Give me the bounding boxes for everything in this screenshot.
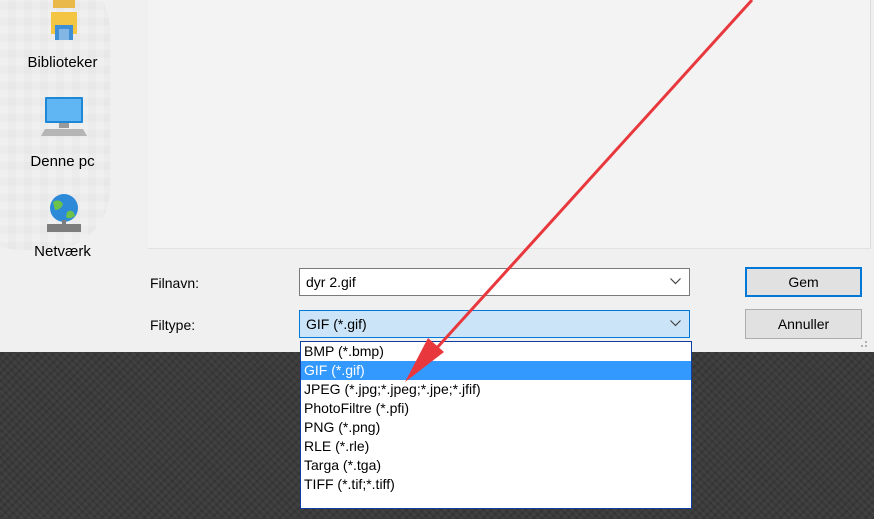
nav-item-libraries[interactable]: Biblioteker (0, 0, 125, 78)
dropdown-option-jpeg[interactable]: JPEG (*.jpg;*.jpeg;*.jpe;*.jfif) (301, 380, 691, 399)
chevron-down-icon[interactable] (670, 320, 681, 327)
save-button[interactable]: Gem (745, 267, 862, 297)
filetype-label: Filtype: (150, 317, 196, 333)
dropdown-option-targa[interactable]: Targa (*.tga) (301, 456, 691, 475)
dropdown-option-tiff[interactable]: TIFF (*.tif;*.tiff) (301, 475, 691, 494)
dropdown-option-rle[interactable]: RLE (*.rle) (301, 437, 691, 456)
nav-item-label: Netværk (34, 243, 91, 260)
nav-item-this-pc[interactable]: Denne pc (0, 95, 125, 175)
file-list-area (145, 0, 874, 250)
dropdown-option-bmp[interactable]: BMP (*.bmp) (301, 342, 691, 361)
nav-item-label: Denne pc (30, 153, 95, 170)
filetype-value: GIF (*.gif) (306, 316, 367, 332)
file-list[interactable] (148, 0, 871, 249)
dropdown-option-png[interactable]: PNG (*.png) (301, 418, 691, 437)
filename-value: dyr 2.gif (306, 274, 356, 290)
filetype-combobox[interactable]: GIF (*.gif) (299, 310, 690, 338)
nav-item-network[interactable]: Netværk (0, 192, 125, 264)
save-dialog: Biblioteker Denne pc Netværk Filnavn: dy… (0, 0, 874, 352)
nav-item-label: Biblioteker (27, 54, 98, 71)
network-icon (47, 194, 81, 232)
libraries-icon (51, 0, 77, 40)
navigation-pane: Biblioteker Denne pc Netværk (0, 0, 145, 352)
chevron-down-icon[interactable] (670, 278, 681, 285)
filetype-dropdown-list: BMP (*.bmp) GIF (*.gif) JPEG (*.jpg;*.jp… (300, 341, 692, 509)
resize-grip-icon[interactable] (856, 340, 868, 350)
filename-label: Filnavn: (150, 275, 200, 291)
dropdown-option-gif[interactable]: GIF (*.gif) (301, 361, 691, 380)
cancel-button[interactable]: Annuller (745, 309, 862, 339)
this-pc-icon (41, 97, 87, 136)
filename-combobox[interactable]: dyr 2.gif (299, 268, 690, 296)
dropdown-option-photofiltre[interactable]: PhotoFiltre (*.pfi) (301, 399, 691, 418)
